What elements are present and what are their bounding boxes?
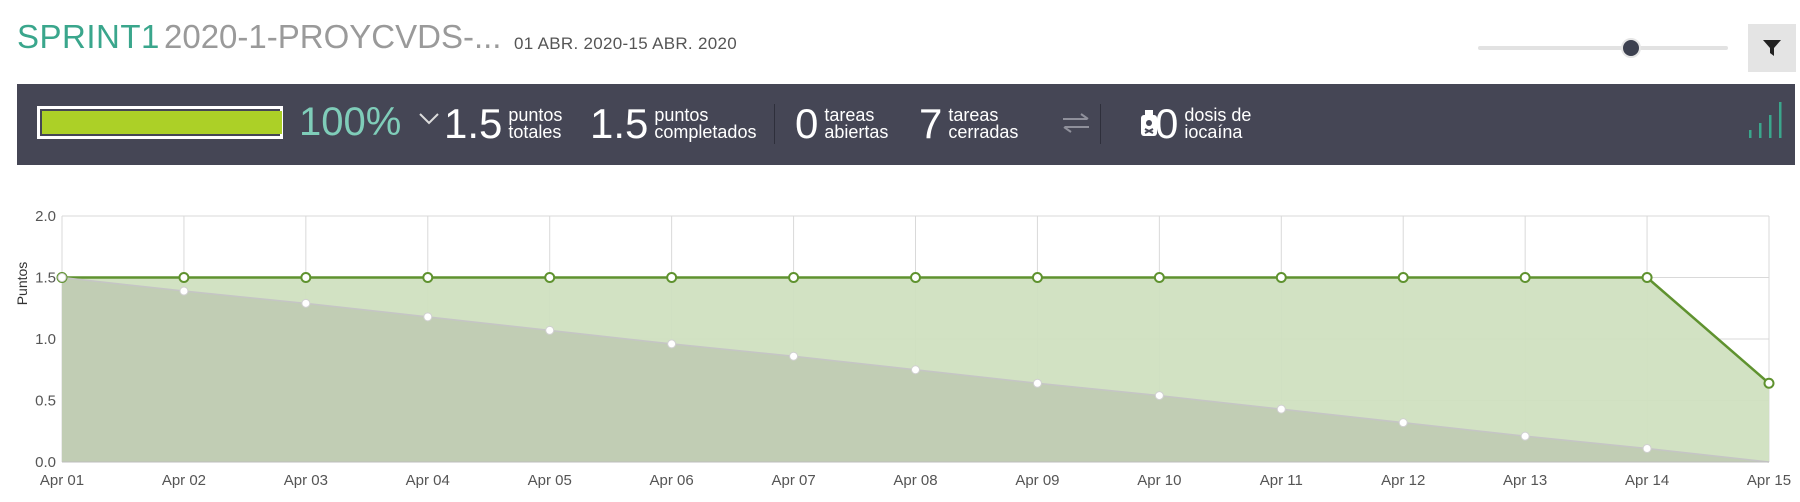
slider-track[interactable] (1478, 46, 1728, 50)
data-point (1641, 272, 1653, 283)
x-tick-label: Apr 12 (1381, 472, 1425, 489)
data-point (1153, 272, 1165, 283)
stats-divider (774, 104, 775, 144)
x-tick-label: Apr 14 (1625, 472, 1669, 489)
sprint-header: SPRINT1 2020-1-PROYCVDS-... 01 ABR. 2020… (0, 0, 1800, 84)
data-point (1275, 272, 1287, 283)
y-axis-label: Puntos (14, 262, 30, 306)
x-tick-label: Apr 03 (284, 472, 328, 489)
data-point (300, 272, 312, 283)
closed-tasks: 7 tareas cerradas (919, 100, 1018, 148)
data-point (1031, 272, 1043, 283)
completed-points: 1.5 puntos completados (590, 100, 756, 148)
x-tick-label: Apr 13 (1503, 472, 1547, 489)
open-tasks-value: 0 (795, 100, 819, 147)
x-tick-label: Apr 15 (1747, 472, 1791, 489)
x-tick-label: Apr 11 (1260, 472, 1303, 489)
progress-bar-fill (42, 111, 282, 134)
data-point (179, 286, 189, 296)
total-points-value: 1.5 (444, 100, 503, 147)
x-tick-label: Apr 05 (528, 472, 572, 489)
y-tick-label: 0.0 (35, 454, 56, 471)
filter-button[interactable] (1748, 24, 1796, 72)
stats-divider (1100, 104, 1101, 144)
data-point (1642, 443, 1652, 453)
x-tick-label: Apr 10 (1137, 472, 1181, 489)
completed-points-label: puntos completados (654, 105, 757, 142)
data-point (1154, 391, 1164, 401)
iocaine-label: dosis de iocaína (1184, 105, 1252, 142)
data-point (423, 312, 433, 322)
project-name[interactable]: 2020-1-PROYCVDS-... (164, 18, 501, 56)
y-tick-label: 1.5 (35, 270, 56, 287)
data-point (789, 351, 799, 361)
y-tick-label: 2.0 (35, 208, 56, 225)
total-points-label: puntos totales (508, 105, 563, 142)
data-point (545, 325, 555, 335)
sprint-stats-bar: 100% 1.5 puntos totales 1.5 puntos complet… (17, 84, 1795, 165)
data-point (788, 272, 800, 283)
data-point (178, 272, 190, 283)
data-point (667, 339, 677, 349)
data-point (422, 272, 434, 283)
data-point (1519, 272, 1531, 283)
data-point (1398, 418, 1408, 428)
data-point (911, 365, 920, 375)
data-point (1763, 377, 1775, 389)
x-tick-label: Apr 06 (650, 472, 694, 489)
burndown-chart: 0.0 0.5 1.0 1.5 2.0 Apr 01 Apr 02 Apr 03 Apr 04 A… (14, 208, 1791, 489)
x-tick-label: Apr 04 (406, 472, 450, 489)
zoom-slider[interactable] (1478, 38, 1728, 58)
x-tick-label: Apr 08 (893, 472, 937, 489)
data-point (910, 272, 921, 283)
graph-toggle-icon[interactable] (1746, 96, 1790, 140)
iocaine-doses: 0 dosis de iocaína (1155, 100, 1251, 148)
data-point (1276, 404, 1286, 414)
open-tasks-label: tareas abiertas (824, 105, 889, 142)
x-tick-label: Apr 09 (1015, 472, 1059, 489)
y-tick-label: 1.0 (35, 331, 56, 348)
slider-thumb[interactable] (1620, 38, 1641, 58)
completed-points-value: 1.5 (590, 100, 649, 147)
chevron-down-icon[interactable] (418, 112, 440, 126)
sprint-name: SPRINT1 (17, 18, 160, 55)
total-points: 1.5 puntos totales (444, 100, 562, 148)
x-tick-label: Apr 02 (162, 472, 206, 489)
progress-bar (37, 106, 283, 139)
swap-arrows-icon (1063, 113, 1089, 133)
data-point (57, 273, 67, 282)
sprint-date-range: 01 ABR. 2020-15 ABR. 2020 (514, 34, 737, 53)
x-tick-label: Apr 01 (40, 472, 84, 489)
data-point (1032, 378, 1042, 388)
iocaine-value: 0 (1155, 100, 1179, 147)
data-point (301, 298, 311, 308)
data-point (1520, 431, 1530, 441)
data-point (544, 272, 556, 283)
data-point (1397, 272, 1409, 283)
open-tasks: 0 tareas abiertas (795, 100, 888, 148)
closed-tasks-label: tareas cerradas (948, 105, 1019, 142)
data-point (666, 272, 678, 283)
y-tick-label: 0.5 (35, 393, 56, 410)
closed-tasks-value: 7 (919, 100, 943, 147)
x-tick-label: Apr 07 (771, 472, 815, 489)
progress-percent: 100% (299, 100, 402, 144)
filter-icon (1763, 40, 1781, 56)
